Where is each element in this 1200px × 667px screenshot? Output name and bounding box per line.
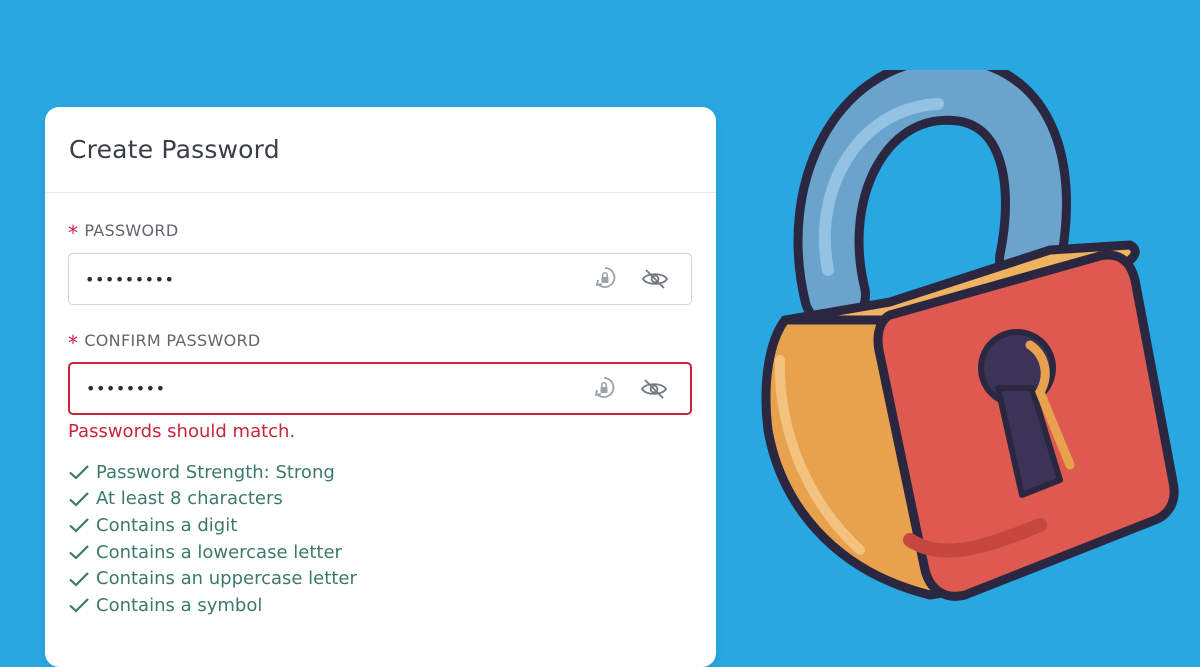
- check-icon: [69, 492, 89, 507]
- confirm-password-label-text: CONFIRM PASSWORD: [84, 330, 261, 350]
- password-label: * PASSWORD: [68, 220, 179, 245]
- requirement-text: Password Strength: Strong: [96, 461, 335, 483]
- requirement-text: Contains a lowercase letter: [96, 541, 342, 563]
- card-header: Create Password: [45, 107, 716, 193]
- password-manager-icon[interactable]: [591, 265, 619, 293]
- requirement-item: At least 8 characters: [68, 486, 357, 513]
- confirm-password-field: [68, 362, 692, 415]
- page-title: Create Password: [69, 135, 280, 164]
- requirement-text: Contains a symbol: [96, 594, 263, 616]
- password-label-text: PASSWORD: [84, 220, 179, 240]
- password-manager-icon[interactable]: [590, 375, 618, 403]
- check-icon: [69, 545, 89, 560]
- requirement-item: Contains a lowercase letter: [68, 539, 357, 566]
- create-password-card: Create Password * PASSWORD * CONFIRM PAS…: [45, 107, 716, 667]
- requirement-text: Contains a digit: [96, 514, 238, 536]
- eye-slash-icon[interactable]: [640, 375, 668, 403]
- password-field: [68, 253, 692, 305]
- requirement-item: Contains a digit: [68, 512, 357, 539]
- password-mismatch-error: Passwords should match.: [68, 421, 296, 442]
- requirement-item: Contains a symbol: [68, 592, 357, 619]
- requirement-text: Contains an uppercase letter: [96, 568, 357, 590]
- required-asterisk: *: [68, 331, 79, 355]
- confirm-password-input[interactable]: [70, 378, 590, 399]
- password-input[interactable]: [69, 268, 591, 290]
- requirement-item: Password Strength: Strong: [68, 459, 357, 486]
- confirm-password-label: * CONFIRM PASSWORD: [68, 330, 261, 355]
- password-requirements-list: Password Strength: Strong At least 8 cha…: [68, 459, 357, 619]
- check-icon: [69, 518, 89, 534]
- padlock-icon: [761, 70, 1179, 601]
- eye-slash-icon[interactable]: [641, 265, 669, 293]
- check-icon: [69, 598, 89, 613]
- required-asterisk: *: [68, 221, 79, 245]
- requirement-text: At least 8 characters: [96, 488, 283, 510]
- check-icon: [69, 571, 89, 587]
- requirement-item: Contains an uppercase letter: [68, 565, 357, 592]
- check-icon: [69, 465, 89, 480]
